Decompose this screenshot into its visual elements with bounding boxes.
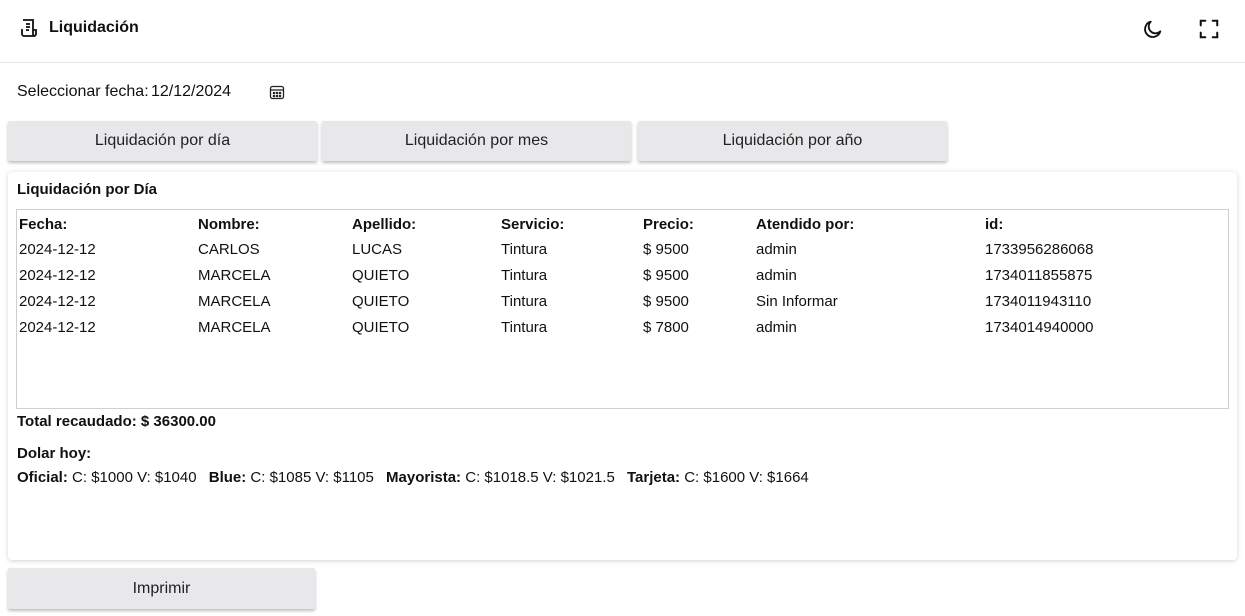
- report-table: Fecha: Nombre: Apellido: Servicio: Preci…: [17, 210, 1228, 340]
- dolar-value: C: $1000 V: $1040: [72, 469, 197, 486]
- dolar-name: Blue:: [208, 469, 247, 486]
- dolar-name: Mayorista:: [386, 469, 462, 486]
- table-cell: LUCAS: [352, 240, 403, 258]
- table-row: 2024-12-12 CARLOS LUCAS Tintura $ 9500 a…: [17, 236, 1228, 262]
- table-cell: $ 9500: [643, 292, 689, 310]
- table-row: 2024-12-12 MARCELA QUIETO Tintura $ 7800…: [17, 314, 1228, 340]
- table-cell: $ 9500: [643, 240, 689, 258]
- table-cell: 1734011855875: [985, 266, 1093, 284]
- dolar-value: C: $1600 V: $1664: [684, 469, 809, 486]
- moon-icon[interactable]: [1142, 18, 1164, 40]
- dolar-name: Oficial:: [17, 469, 68, 486]
- table-cell: Tintura: [501, 240, 548, 258]
- dolar-rates: Oficial: C: $1000 V: $1040 Blue: C: $108…: [17, 469, 817, 486]
- dolar-value: C: $1018.5 V: $1021.5: [465, 469, 615, 486]
- print-button[interactable]: Imprimir: [8, 568, 315, 609]
- column-header: Fecha:: [19, 216, 68, 233]
- table-cell: 2024-12-12: [19, 318, 96, 336]
- date-input[interactable]: 12/12/2024: [151, 83, 261, 101]
- dolar-tarjeta: Tarjeta: C: $1600 V: $1664: [627, 469, 809, 486]
- dolar-mayorista: Mayorista: C: $1018.5 V: $1021.5: [386, 469, 615, 486]
- dolar-oficial: Oficial: C: $1000 V: $1040: [17, 469, 197, 486]
- table-cell: Tintura: [501, 266, 548, 284]
- tab-liquidacion-dia[interactable]: Liquidación por día: [8, 121, 317, 161]
- report-table-container[interactable]: Fecha: Nombre: Apellido: Servicio: Preci…: [16, 209, 1229, 409]
- table-cell: CARLOS: [198, 240, 260, 258]
- receipt-icon: [21, 19, 37, 37]
- table-cell: 1734014940000: [985, 318, 1094, 336]
- table-cell: MARCELA: [198, 292, 271, 310]
- table-cell: QUIETO: [352, 266, 410, 284]
- table-cell: admin: [756, 240, 797, 258]
- date-label: Seleccionar fecha:: [17, 83, 149, 100]
- column-header: Apellido:: [352, 216, 417, 233]
- table-cell: 1733956286068: [985, 240, 1094, 258]
- top-bar: Liquidación: [0, 0, 1245, 63]
- table-cell: Tintura: [501, 292, 548, 310]
- table-cell: QUIETO: [352, 318, 410, 336]
- table-cell: $ 7800: [643, 318, 689, 336]
- table-cell: QUIETO: [352, 292, 410, 310]
- table-row: 2024-12-12 MARCELA QUIETO Tintura $ 9500…: [17, 262, 1228, 288]
- report-title: Liquidación por Día: [17, 181, 158, 198]
- column-header: Precio:: [643, 216, 694, 233]
- table-cell: Tintura: [501, 318, 548, 336]
- table-cell: 1734011943110: [985, 292, 1092, 310]
- calendar-icon[interactable]: [269, 84, 285, 100]
- column-header: id:: [985, 216, 1004, 233]
- table-cell: 2024-12-12: [19, 266, 96, 284]
- dolar-blue: Blue: C: $1085 V: $1105: [209, 469, 374, 486]
- tab-liquidacion-mes[interactable]: Liquidación por mes: [322, 121, 631, 161]
- table-cell: admin: [756, 266, 797, 284]
- page-title: Liquidación: [49, 19, 139, 36]
- report-card: Liquidación por Día Fecha: Nombre: Apell…: [8, 172, 1237, 560]
- table-cell: 2024-12-12: [19, 240, 96, 258]
- table-cell: admin: [756, 318, 797, 336]
- table-cell: 2024-12-12: [19, 292, 96, 310]
- dolar-title: Dolar hoy:: [17, 445, 92, 462]
- dolar-name: Tarjeta:: [626, 469, 681, 486]
- column-header: Atendido por:: [756, 216, 855, 233]
- column-header: Nombre:: [198, 216, 260, 233]
- tab-liquidacion-anio[interactable]: Liquidación por año: [638, 121, 947, 161]
- date-selector: Seleccionar fecha: 12/12/2024: [17, 82, 285, 102]
- fullscreen-icon[interactable]: [1198, 18, 1220, 40]
- table-cell: Sin Informar: [756, 292, 838, 310]
- table-row: 2024-12-12 MARCELA QUIETO Tintura $ 9500…: [17, 288, 1228, 314]
- table-cell: $ 9500: [643, 266, 689, 284]
- dolar-value: C: $1085 V: $1105: [250, 469, 374, 486]
- table-cell: MARCELA: [198, 318, 271, 336]
- table-header-row: Fecha: Nombre: Apellido: Servicio: Preci…: [17, 210, 1228, 236]
- total-collected: Total recaudado: $ 36300.00: [17, 413, 216, 430]
- column-header: Servicio:: [501, 216, 565, 233]
- table-cell: MARCELA: [198, 266, 271, 284]
